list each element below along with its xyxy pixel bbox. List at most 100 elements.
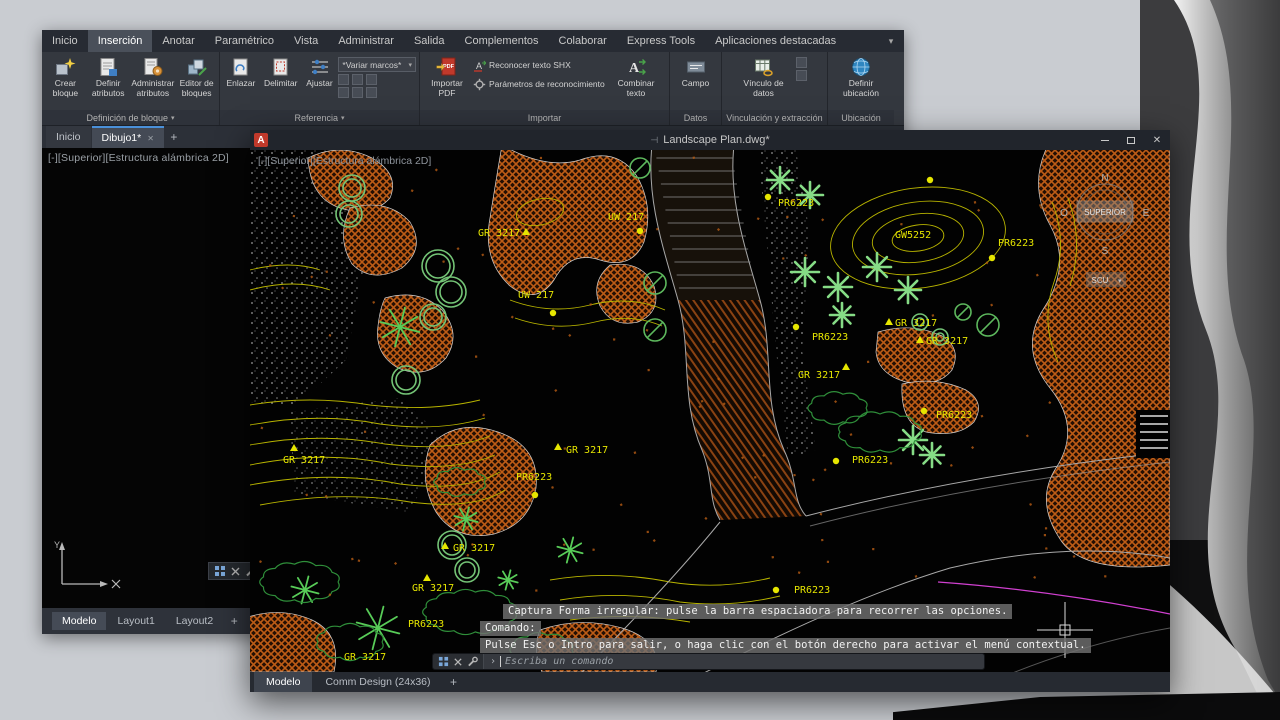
dwg-file-icon: A — [254, 133, 268, 147]
panel-label-datos[interactable]: Datos — [670, 110, 721, 125]
layout-tab-modelo[interactable]: Modelo — [254, 672, 313, 692]
shrub-symbol — [861, 251, 893, 283]
definir-atributos-button[interactable]: Definir atributos — [88, 55, 129, 99]
pdf-import-icon: PDF — [436, 57, 456, 76]
text-caret — [500, 656, 502, 667]
command-history-line: Pulse Esc o Intro para salir, o haga cli… — [480, 638, 1091, 653]
vinculo-de-datos-button[interactable]: Vínculo de datos — [738, 55, 790, 99]
compass-south: S — [1102, 246, 1109, 257]
layout-tab-modelo[interactable]: Modelo — [52, 612, 107, 630]
plant-label: GR 3217 — [926, 336, 968, 347]
close-icon[interactable] — [453, 657, 463, 667]
ribbon-tab-administrar[interactable]: Administrar — [328, 30, 404, 52]
manage-attributes-icon — [144, 58, 163, 76]
command-input[interactable]: › Escriba un comando — [484, 654, 984, 669]
command-bar: › Escriba un comando — [432, 653, 985, 670]
drawing-canvas[interactable]: GR 3217 UW 217 PR6223 GW5252 PR6223 UW 217 GR … — [250, 150, 1170, 672]
ribbon-tab-anotar[interactable]: Anotar — [152, 30, 204, 52]
ribbon-options-button[interactable]: ▾ — [878, 30, 904, 52]
layout-tab-layout2[interactable]: Layout2 — [166, 612, 223, 630]
combinar-texto-button[interactable]: A Combinar texto — [611, 55, 661, 99]
panel-label-vinculacion[interactable]: Vinculación y extracción — [722, 110, 827, 125]
plant-label: GR 3217 — [798, 370, 840, 381]
attach-icon — [233, 58, 248, 76]
layout-tabs-front: Modelo Comm Design (24x36) — [254, 672, 443, 692]
new-layout-button[interactable]: + — [224, 614, 244, 628]
minimize-icon — [1101, 139, 1109, 141]
close-icon[interactable] — [230, 566, 241, 577]
extract-data-icon[interactable] — [795, 57, 807, 68]
new-drawing-tab-button[interactable]: + — [164, 126, 184, 148]
close-button[interactable]: ✕ — [1144, 130, 1170, 150]
chevron-down-icon: ▾ — [888, 35, 894, 46]
shrub-symbol — [789, 256, 821, 288]
variar-marcos-dropdown[interactable]: *Variar marcos* ▾ — [338, 57, 416, 72]
ribbon-tab-salida[interactable]: Salida — [404, 30, 455, 52]
ribbon-tabs: Inicio Inserción Anotar Paramétrico Vista Adm… — [42, 30, 846, 52]
close-tab-icon[interactable]: ✕ — [147, 134, 154, 143]
xref-tool-icon[interactable] — [338, 74, 350, 85]
panel-label-importar[interactable]: Importar — [420, 110, 669, 125]
plant-label: GR 3217 — [412, 583, 454, 594]
file-tab-inicio[interactable]: Inicio — [46, 126, 91, 148]
layout-tab-layout1[interactable]: Layout1 — [107, 612, 164, 630]
customize-grid-icon[interactable] — [214, 565, 226, 577]
ribbon-tab-inicio[interactable]: Inicio — [42, 30, 88, 52]
viewport-controls-label[interactable]: [-][Superior][Estructura alámbrica 2D] — [48, 152, 229, 164]
minimize-button[interactable] — [1092, 130, 1118, 150]
ribbon-tab-inserci-n[interactable]: Inserción — [87, 30, 153, 52]
command-history-line: Captura Forma irregular: pulse la barra … — [503, 604, 1013, 619]
customize-grid-icon[interactable] — [438, 656, 449, 667]
plant-label: PR6223 — [794, 585, 830, 596]
parametros-de-reconocimiento-button[interactable]: Parámetros de reconocimiento — [473, 76, 609, 93]
panel-label-ubicacion[interactable]: Ubicación — [828, 110, 894, 125]
ribbon-tab-complementos[interactable]: Complementos — [455, 30, 549, 52]
crear-bloque-button[interactable]: Crear bloque — [45, 55, 86, 99]
clip-icon — [273, 58, 288, 76]
delimitar-button[interactable]: Delimitar — [261, 55, 301, 89]
new-layout-button[interactable]: + — [444, 675, 464, 689]
close-icon: ✕ — [1152, 134, 1162, 146]
file-tab-dibujo1[interactable]: Dibujo1* ✕ — [91, 126, 164, 148]
data-link-icon — [754, 59, 773, 77]
importar-pdf-button[interactable]: PDF Importar PDF — [423, 55, 471, 99]
compass-west: O — [1060, 208, 1068, 219]
panel-label-definicion-de-bloque[interactable]: Definición de bloque ▾ — [42, 110, 219, 125]
xref-tool-icon[interactable] — [352, 74, 364, 85]
chevron-down-icon: ▾ — [341, 114, 345, 122]
upload-data-icon[interactable] — [795, 70, 807, 81]
ucs-dropdown-label: SCU — [1092, 276, 1109, 285]
plant-label: GR 3217 — [895, 318, 937, 329]
administrar-atributos-button[interactable]: Administrar atributos — [131, 55, 176, 99]
xref-tool-icon[interactable] — [366, 74, 378, 85]
editor-de-bloques-button[interactable]: Editor de bloques — [177, 55, 216, 99]
svg-text:Y: Y — [54, 540, 60, 550]
adjust-icon — [311, 59, 328, 75]
create-block-icon — [56, 58, 76, 75]
ribbon-tab-param-trico[interactable]: Paramétrico — [205, 30, 284, 52]
maximize-button[interactable] — [1118, 130, 1144, 150]
plant-label: PR6223 — [852, 455, 888, 466]
window-title-bar[interactable]: A ⊣ Landscape Plan.dwg* ✕ — [250, 130, 1170, 150]
reconocer-texto-shx-button[interactable]: A Reconocer texto SHX — [473, 57, 609, 74]
ajustar-button[interactable]: Ajustar — [303, 55, 337, 89]
xref-tool-icon[interactable] — [352, 87, 364, 98]
command-placeholder: Escriba un comando — [505, 656, 614, 667]
ribbon-tab-vista[interactable]: Vista — [284, 30, 328, 52]
plant-label: UW 217 — [518, 290, 554, 301]
campo-button[interactable]: Campo — [674, 55, 718, 89]
xref-tool-icon[interactable] — [338, 87, 350, 98]
svg-text:A: A — [629, 61, 640, 76]
ribbon-tab-colaborar[interactable]: Colaborar — [549, 30, 617, 52]
viewport-controls-label[interactable]: [-][Superior][Estructura alámbrica 2D] — [258, 155, 431, 167]
chevron-down-icon: ▾ — [1118, 278, 1122, 285]
panel-label-referencia[interactable]: Referencia ▾ — [220, 110, 419, 125]
ribbon-tab-aplicaciones-destacadas[interactable]: Aplicaciones destacadas — [705, 30, 846, 52]
ribbon: Crear bloque Definir atributos Administr… — [42, 52, 904, 126]
ribbon-tab-express-tools[interactable]: Express Tools — [617, 30, 705, 52]
definir-ubicacion-button[interactable]: Definir ubicación — [833, 55, 889, 99]
layout-tab-comm-design-24x36[interactable]: Comm Design (24x36) — [313, 672, 442, 692]
wrench-icon[interactable] — [467, 656, 478, 667]
xref-tool-icon[interactable] — [366, 87, 378, 98]
enlazar-button[interactable]: Enlazar — [223, 55, 259, 89]
